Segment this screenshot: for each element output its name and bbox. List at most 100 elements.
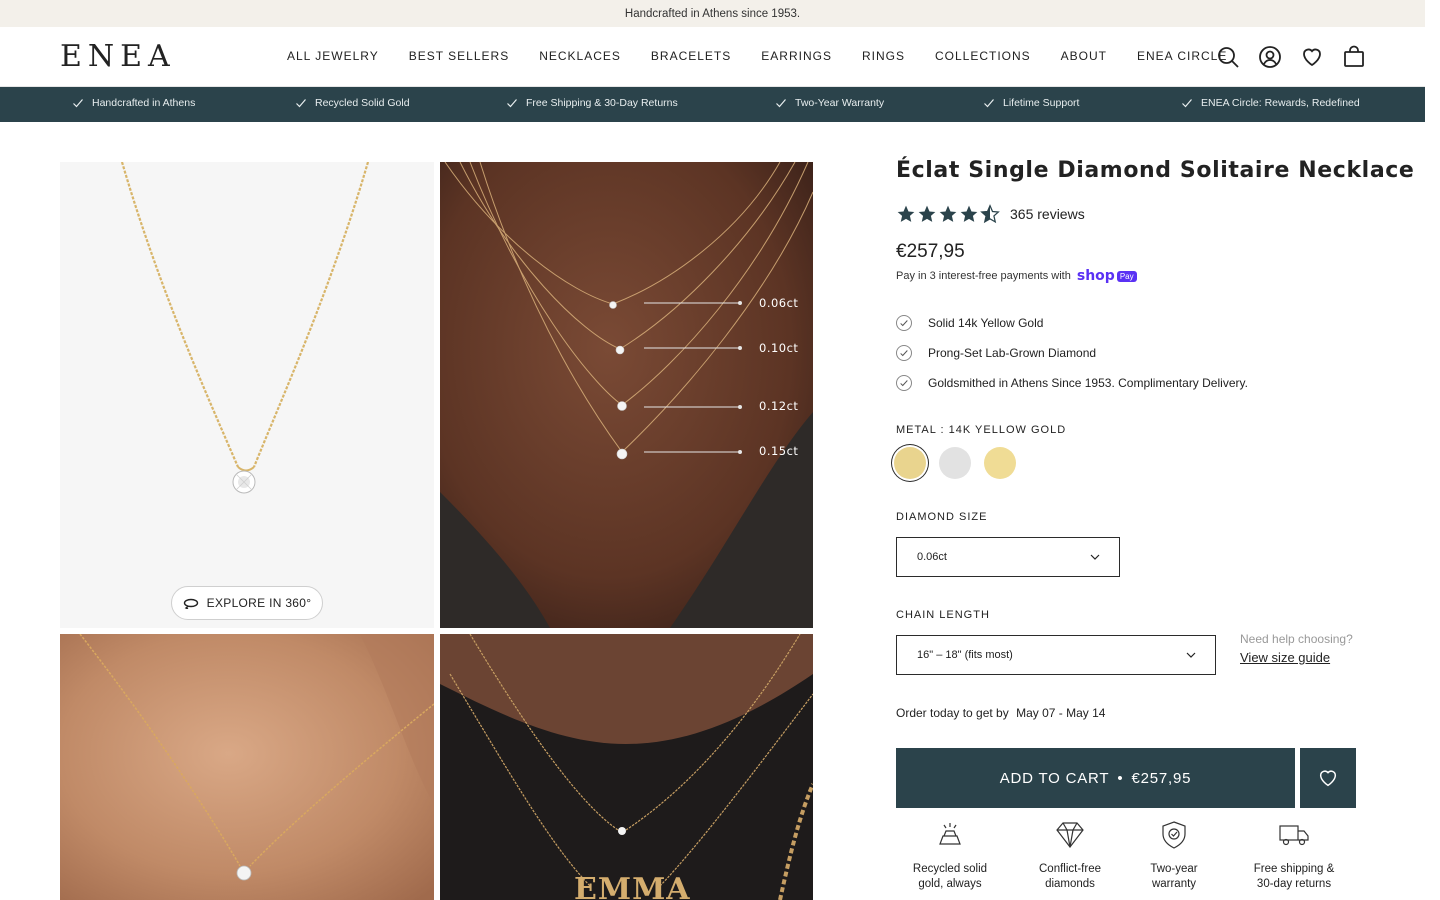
trust-item: Conflict-free diamonds <box>1010 820 1130 892</box>
usp-label: Recycled Solid Gold <box>315 97 410 109</box>
trust-line: diamonds <box>1045 878 1095 890</box>
shield-icon <box>1162 821 1186 849</box>
chain-length-value: 16" – 18" (fits most) <box>917 649 1013 661</box>
explore-360-label: EXPLORE IN 360° <box>206 596 312 610</box>
help-question: Need help choosing? <box>1240 632 1353 646</box>
product-image-size-chart[interactable] <box>440 162 813 628</box>
trust-item: Free shipping & 30-day returns <box>1234 820 1354 892</box>
diamond-icon <box>1056 822 1084 848</box>
necklace-illustration <box>120 162 370 494</box>
chevron-down-icon <box>1186 652 1196 658</box>
worn-necklace-illustration <box>60 634 434 900</box>
nav-bracelets[interactable]: BRACELETS <box>651 49 731 63</box>
chain-length-select[interactable]: 16" – 18" (fits most) <box>896 635 1216 675</box>
star-icon <box>939 205 957 222</box>
cart-price: €257,95 <box>1131 769 1192 787</box>
feature-label: Solid 14k Yellow Gold <box>928 316 1044 330</box>
nav-about[interactable]: ABOUT <box>1061 49 1107 63</box>
heart-icon <box>1319 770 1337 787</box>
size-comparison-illustration <box>440 162 813 628</box>
nav-collections[interactable]: COLLECTIONS <box>935 49 1031 63</box>
nav-best-sellers[interactable]: BEST SELLERS <box>409 49 510 63</box>
truck-icon <box>1279 825 1309 846</box>
check-icon <box>507 99 517 108</box>
product-image-layered[interactable]: EMMA <box>440 634 813 900</box>
explore-360-button[interactable]: EXPLORE IN 360° <box>171 586 323 620</box>
diamond-size-select[interactable]: 0.06ct <box>896 537 1120 577</box>
usp-item: ENEA Circle: Rewards, Redefined <box>1181 97 1360 109</box>
rating-stars <box>896 204 1000 224</box>
star-icon <box>918 205 936 222</box>
swatch-yellow-gold[interactable] <box>894 447 926 479</box>
feature-label: Prong-Set Lab-Grown Diamond <box>928 346 1097 360</box>
brand-logo[interactable]: ENEA <box>60 39 176 74</box>
check-icon <box>296 99 306 108</box>
bag-icon[interactable] <box>1342 45 1366 69</box>
usp-label: Free Shipping & 30-Day Returns <box>526 97 678 109</box>
metal-option-label: METAL : 14K YELLOW GOLD <box>896 424 1066 436</box>
header-actions <box>1216 45 1366 69</box>
reviews-count[interactable]: 365 reviews <box>1010 206 1085 222</box>
site-header: ENEA ALL JEWELRY BEST SELLERS NECKLACES … <box>0 27 1425 87</box>
feature-item: Solid 14k Yellow Gold <box>896 315 1043 331</box>
gold-bar-icon <box>939 823 961 845</box>
account-icon[interactable] <box>1258 45 1282 69</box>
trust-line: gold, always <box>918 878 982 890</box>
delivery-estimate: Order today to get by May 07 - May 14 <box>896 706 1105 720</box>
check-icon <box>73 99 83 108</box>
usp-item: Free Shipping & 30-Day Returns <box>506 97 678 109</box>
metal-value: 14K YELLOW GOLD <box>948 424 1067 436</box>
check-circle-icon <box>896 345 912 361</box>
wishlist-button[interactable] <box>1300 748 1356 808</box>
nav-earrings[interactable]: EARRINGS <box>761 49 832 63</box>
usp-label: Lifetime Support <box>1003 97 1080 109</box>
swatch-white-gold[interactable] <box>939 447 971 479</box>
shop-pay-logo: shop <box>1076 268 1115 284</box>
feature-item: Prong-Set Lab-Grown Diamond <box>896 345 1096 361</box>
diamond-size-value: 0.06ct <box>917 551 947 563</box>
installments-text: Pay in 3 interest-free payments with <box>896 270 1071 282</box>
order-dates: May 07 - May 14 <box>1016 706 1106 720</box>
announcement-bar: Handcrafted in Athens since 1953. <box>0 0 1425 27</box>
trust-line: Two-year <box>1150 863 1198 875</box>
chevron-down-icon <box>1090 554 1100 560</box>
nav-necklaces[interactable]: NECKLACES <box>539 49 621 63</box>
product-rating[interactable]: 365 reviews <box>896 204 1085 224</box>
layered-necklaces-illustration <box>440 634 813 900</box>
swatch-gold-alt[interactable] <box>984 447 1016 479</box>
product-image-worn[interactable] <box>60 634 434 900</box>
announcement-text: Handcrafted in Athens since 1953. <box>624 7 801 20</box>
cart-separator: • <box>1117 769 1124 787</box>
add-to-cart-button[interactable]: ADD TO CART • €257,95 <box>896 748 1295 808</box>
chain-length-label: CHAIN LENGTH <box>896 609 990 621</box>
product-title: Éclat Single Diamond Solitaire Necklace <box>896 158 1415 183</box>
check-circle-icon <box>896 375 912 391</box>
shop-pay-badge: Pay <box>1116 270 1137 282</box>
feature-item: Goldsmithed in Athens Since 1953. Compli… <box>896 375 1248 391</box>
nav-all-jewelry[interactable]: ALL JEWELRY <box>287 49 379 63</box>
shop-pay-installments: Pay in 3 interest-free payments with sho… <box>896 268 1137 284</box>
trust-item: Two-year warranty <box>1114 820 1234 892</box>
size-label-015: 0.15ct <box>759 444 799 458</box>
order-text: Order today to get by <box>896 706 1009 720</box>
usp-label: Two-Year Warranty <box>795 97 885 109</box>
product-image-main[interactable] <box>60 162 434 628</box>
name-pendant: EMMA <box>574 872 691 900</box>
nav-rings[interactable]: RINGS <box>862 49 905 63</box>
usp-item: Handcrafted in Athens <box>72 97 195 109</box>
check-circle-icon <box>896 315 912 331</box>
check-icon <box>1182 99 1192 108</box>
heart-icon[interactable] <box>1300 45 1324 69</box>
cart-label: ADD TO CART <box>999 769 1110 787</box>
star-icon <box>897 205 915 222</box>
search-icon[interactable] <box>1216 45 1240 69</box>
size-help: Need help choosing? View size guide <box>1240 632 1353 665</box>
check-icon <box>984 99 994 108</box>
size-guide-link[interactable]: View size guide <box>1240 650 1353 665</box>
rotate-360-icon <box>183 598 198 609</box>
nav-enea-circle[interactable]: ENEA CIRCLE <box>1137 49 1227 63</box>
trust-line: Recycled solid <box>912 863 988 875</box>
metal-swatches <box>894 447 1016 479</box>
main-nav: ALL JEWELRY BEST SELLERS NECKLACES BRACE… <box>287 49 1257 63</box>
diamond-size-label: DIAMOND SIZE <box>896 511 988 523</box>
